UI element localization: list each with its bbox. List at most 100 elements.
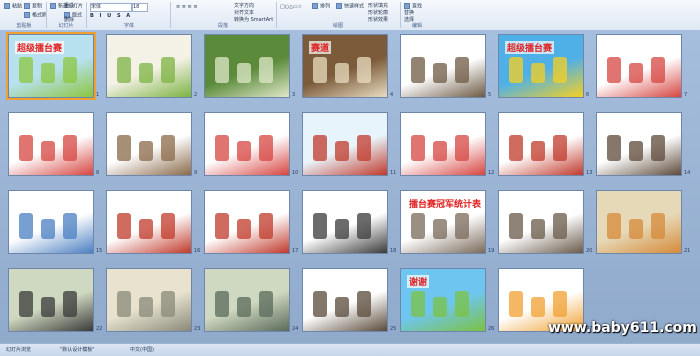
format-painter-button[interactable]: 格式刷 (24, 12, 47, 19)
slide-illustration (357, 135, 371, 161)
slide-thumbnail[interactable]: 谢谢 (400, 268, 486, 332)
slide-number: 9 (194, 170, 198, 176)
slide-illustration (455, 291, 469, 317)
slide-illustration (259, 291, 273, 317)
slide-thumbnail[interactable] (8, 268, 94, 332)
font-name-select[interactable]: 宋体 (90, 3, 132, 12)
slide-thumbnail[interactable] (106, 190, 192, 254)
slide-illustration (117, 135, 131, 161)
slide-illustration (41, 141, 55, 161)
replace-button[interactable]: 替换 (404, 10, 414, 17)
slide-number: 13 (586, 170, 593, 176)
find-button[interactable]: 查找 (404, 3, 422, 10)
slide-illustration (411, 213, 425, 239)
slide-illustration (509, 57, 523, 83)
slide-number: 23 (194, 326, 201, 332)
slide-illustration (41, 63, 55, 83)
slide-illustration (161, 213, 175, 239)
slide-illustration (19, 291, 33, 317)
slide-thumbnail[interactable] (106, 112, 192, 176)
slide-illustration (161, 291, 175, 317)
align-text-button[interactable]: 对齐文本 (234, 10, 254, 17)
slide-thumbnail[interactable] (204, 112, 290, 176)
copy-icon (24, 3, 30, 9)
slide-number: 22 (96, 326, 103, 332)
slide-thumbnail[interactable] (204, 190, 290, 254)
slide-illustration (411, 291, 425, 317)
slide-illustration (433, 63, 447, 83)
binoculars-icon (404, 3, 410, 9)
slide-thumbnail[interactable] (498, 112, 584, 176)
separator (400, 2, 401, 28)
slide-illustration (41, 219, 55, 239)
slide-illustration (357, 57, 371, 83)
slide-illustration (607, 57, 621, 83)
slide-number: 2 (194, 92, 198, 98)
font-style-buttons[interactable]: B I U S A (90, 13, 132, 20)
slide-thumbnail[interactable] (204, 34, 290, 98)
slide-illustration (313, 57, 327, 83)
slide-thumbnail[interactable] (106, 268, 192, 332)
slide-illustration (553, 57, 567, 83)
slide-illustration (117, 291, 131, 317)
slide-thumbnail[interactable] (596, 34, 682, 98)
slide-thumbnail[interactable]: 超级擂台赛 (498, 34, 584, 98)
slide-thumbnail[interactable] (596, 112, 682, 176)
reset-button[interactable]: 重设 (64, 3, 74, 10)
group-label-paragraph: 段落 (217, 23, 228, 29)
slide-number: 16 (194, 248, 201, 254)
status-language: 中文(中国) (130, 347, 154, 353)
slide-illustration (509, 291, 523, 317)
copy-button[interactable]: 复制 (24, 3, 42, 10)
slide-sorter: 超级擂台赛 1 2 3 赛道 4 5 超级擂台赛 6 7 8 9 10 11 12 13 14 15 16 17 18 擂… (0, 30, 700, 343)
slide-illustration (237, 297, 251, 317)
slide-thumbnail[interactable] (400, 112, 486, 176)
slide-illustration (63, 57, 77, 83)
slide-illustration (531, 141, 545, 161)
new-slide-icon (50, 3, 56, 9)
quick-styles-button[interactable]: 快速样式 (336, 3, 364, 10)
slide-thumbnail[interactable] (106, 34, 192, 98)
slide-thumbnail[interactable] (204, 268, 290, 332)
shape-outline-button[interactable]: 形状轮廓 (368, 10, 388, 17)
slide-illustration (259, 135, 273, 161)
arrange-button[interactable]: 排列 (312, 3, 330, 10)
slide-illustration (117, 57, 131, 83)
slide-illustration (63, 213, 77, 239)
paste-icon (4, 3, 10, 9)
slide-thumbnail[interactable] (596, 190, 682, 254)
paragraph-buttons[interactable]: ≡ ≡ ≡ ≡ (176, 4, 198, 11)
group-label-drawing: 绘图 (332, 23, 343, 29)
slide-thumbnail[interactable] (400, 34, 486, 98)
font-size-select[interactable]: 18 (132, 3, 148, 12)
slide-title: 擂台赛冠军统计表 (407, 197, 484, 210)
slide-illustration (629, 141, 643, 161)
slide-thumbnail[interactable] (302, 112, 388, 176)
text-direction-button[interactable]: 文字方向 (234, 3, 254, 10)
shapes-gallery[interactable]: □○△▭☆ (280, 4, 302, 11)
paste-button[interactable]: 粘贴 (4, 3, 22, 10)
slide-thumbnail[interactable] (302, 268, 388, 332)
slide-thumbnail[interactable] (8, 112, 94, 176)
slide-illustration (237, 219, 251, 239)
slide-thumbnail[interactable] (498, 190, 584, 254)
slide-thumbnail[interactable]: 擂台赛冠军统计表 (400, 190, 486, 254)
slide-thumbnail[interactable] (302, 190, 388, 254)
slide-thumbnail[interactable]: 赛道 (302, 34, 388, 98)
slide-number: 25 (390, 326, 397, 332)
slide-illustration (553, 213, 567, 239)
group-label-clipboard: 剪贴板 (16, 23, 32, 29)
slide-illustration (509, 135, 523, 161)
slide-number: 24 (292, 326, 299, 332)
slide-illustration (19, 135, 33, 161)
slide-illustration (215, 57, 229, 83)
ribbon: 粘贴 复制 格式刷 新建幻灯片 版式 重设 删除 宋体 18 B I U S A… (0, 0, 700, 31)
shape-fill-button[interactable]: 形状填充 (368, 3, 388, 10)
slide-thumbnail[interactable]: 超级擂台赛 (6, 32, 96, 100)
status-view: 幻灯片浏览 (6, 347, 32, 353)
slide-thumbnail[interactable] (8, 190, 94, 254)
slide-illustration (161, 135, 175, 161)
slide-illustration (237, 141, 251, 161)
slide-number: 6 (586, 92, 590, 98)
slide-number: 21 (684, 248, 691, 254)
